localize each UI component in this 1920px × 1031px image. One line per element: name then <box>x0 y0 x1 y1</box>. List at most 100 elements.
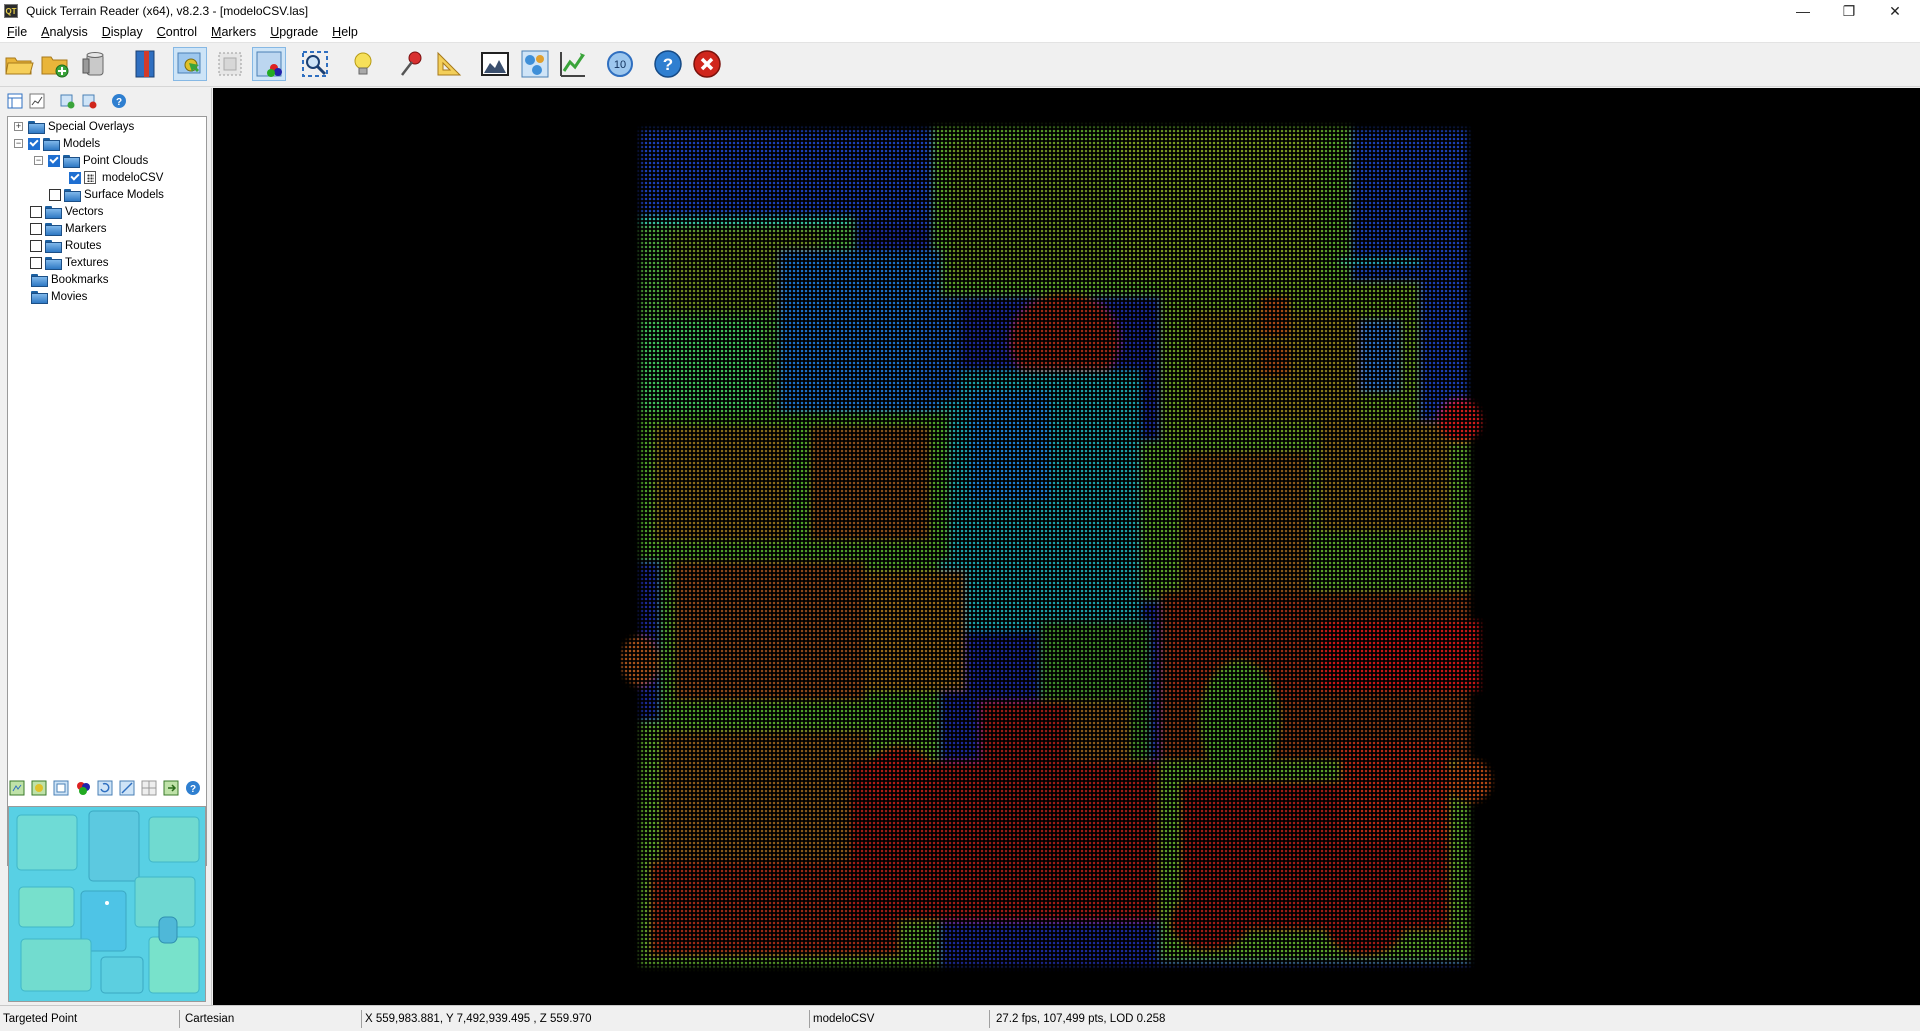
title-bar[interactable]: QT Quick Terrain Reader (x64), v8.2.3 - … <box>0 0 1920 22</box>
minimize-button[interactable]: — <box>1780 0 1826 22</box>
tree-item-label: Vectors <box>65 205 104 218</box>
tree-item-label: Routes <box>65 239 102 252</box>
exit-button[interactable] <box>690 47 724 81</box>
menu-display[interactable]: Display <box>95 25 150 39</box>
point-cloud-render[interactable] <box>620 121 1520 976</box>
textures-checkbox[interactable] <box>30 256 42 269</box>
measure-icon <box>119 780 135 796</box>
tree-item-point-clouds[interactable]: − Point Clouds <box>34 152 148 169</box>
close-window-button[interactable]: ✕ <box>1872 0 1918 22</box>
tree-view-button[interactable] <box>6 92 24 110</box>
collapse-toggle[interactable]: − <box>14 139 23 148</box>
tree-item-surface-models[interactable]: Surface Models <box>49 186 164 203</box>
overview-export-button[interactable] <box>162 779 180 797</box>
menu-upgrade-label: pgrade <box>279 25 319 39</box>
menu-display-accel: D <box>101 25 111 39</box>
status-model: modeloCSV <box>810 1010 990 1028</box>
open-folder-icon <box>5 57 34 75</box>
tree-item-label: modeloCSV <box>102 171 164 184</box>
restore-button[interactable]: ❐ <box>1826 0 1872 22</box>
measure-button[interactable] <box>432 47 466 81</box>
zoom-extents-button[interactable] <box>298 47 332 81</box>
overview-map[interactable] <box>8 806 206 1002</box>
help-text: ? <box>663 55 673 74</box>
menu-help-accel: H <box>332 25 342 39</box>
level-text: 10 <box>614 59 626 71</box>
3d-viewport[interactable] <box>213 88 1920 1005</box>
level-button[interactable]: 10 <box>603 47 637 81</box>
routes-checkbox[interactable] <box>30 239 42 252</box>
tree-item-markers[interactable]: Markers <box>30 220 107 237</box>
grid-icon <box>141 780 157 796</box>
spheres-button[interactable] <box>518 47 552 81</box>
folder-icon <box>64 189 81 202</box>
app-logo-icon: QT <box>4 4 18 18</box>
menu-bar: File Analysis Display Control Markers Up… <box>0 22 1920 43</box>
tree-item-modelocsv[interactable]: modeloCSV <box>69 169 163 186</box>
overview-help-button[interactable]: ? <box>184 779 202 797</box>
menu-file-accel: F <box>7 25 15 39</box>
menu-upgrade[interactable]: Upgrade <box>263 25 325 39</box>
surface-models-checkbox[interactable] <box>49 188 61 201</box>
tree-item-movies[interactable]: Movies <box>31 288 87 305</box>
folder-icon <box>43 138 60 151</box>
point-cloud-icon <box>84 171 96 184</box>
navigate-mode-button[interactable] <box>173 47 207 81</box>
remove-layer-button[interactable] <box>80 92 98 110</box>
database-button[interactable] <box>78 47 112 81</box>
menu-analysis[interactable]: Analysis <box>34 25 95 39</box>
chart-view-button[interactable] <box>28 92 46 110</box>
profile-button[interactable] <box>478 47 512 81</box>
markers-checkbox[interactable] <box>30 222 42 235</box>
overview-measure-button[interactable] <box>118 779 136 797</box>
export-icon <box>163 780 179 796</box>
select-mode-button[interactable] <box>213 47 247 81</box>
tree-item-special-overlays[interactable]: + Special Overlays <box>14 118 134 135</box>
tree-help-text: ? <box>116 97 122 108</box>
graph-icon <box>560 52 585 77</box>
lighting-button[interactable] <box>346 47 380 81</box>
tree-item-routes[interactable]: Routes <box>30 237 101 254</box>
menu-markers[interactable]: Markers <box>204 25 263 39</box>
tree-item-bookmarks[interactable]: Bookmarks <box>31 271 109 288</box>
layer-tree: + Special Overlays − Models − Point Clou… <box>7 116 207 866</box>
tree-view-icon <box>7 93 23 109</box>
modelocsv-checkbox[interactable] <box>69 171 81 184</box>
point-clouds-checkbox[interactable] <box>48 154 60 167</box>
open-file-button[interactable] <box>2 47 36 81</box>
menu-help[interactable]: Help <box>325 25 365 39</box>
status-mode: Targeted Point <box>0 1010 180 1028</box>
add-model-button[interactable] <box>38 47 72 81</box>
collapse-toggle[interactable]: − <box>34 156 43 165</box>
overview-help-text: ? <box>190 784 196 795</box>
overview-grid-button[interactable] <box>140 779 158 797</box>
menu-control[interactable]: Control <box>150 25 204 39</box>
bookmark-button[interactable] <box>128 47 162 81</box>
overview-color-button[interactable] <box>74 779 92 797</box>
menu-upgrade-accel: U <box>270 25 280 39</box>
add-layer-button[interactable] <box>58 92 76 110</box>
models-checkbox[interactable] <box>28 137 40 150</box>
select-mode-icon <box>218 52 242 76</box>
map-zoom-icon <box>9 780 25 796</box>
menu-file[interactable]: File <box>0 25 34 39</box>
measure-icon <box>437 51 462 76</box>
tree-item-textures[interactable]: Textures <box>30 254 108 271</box>
overview-refresh-button[interactable] <box>96 779 114 797</box>
database-icon <box>82 52 104 76</box>
expand-toggle[interactable]: + <box>14 122 23 131</box>
color-icon <box>77 782 90 795</box>
vectors-checkbox[interactable] <box>30 205 42 218</box>
tree-help-button[interactable]: ? <box>110 92 128 110</box>
help-icon: ? <box>654 50 682 78</box>
tree-item-vectors[interactable]: Vectors <box>30 203 103 220</box>
status-position: X 559,983.881, Y 7,492,939.495 , Z 559.9… <box>362 1010 810 1028</box>
graph-button[interactable] <box>556 47 590 81</box>
tree-item-models[interactable]: − Models <box>14 135 100 152</box>
help-button[interactable]: ? <box>651 47 685 81</box>
overview-pan-button[interactable] <box>30 779 48 797</box>
overview-layers-button[interactable] <box>52 779 70 797</box>
color-mode-button[interactable] <box>252 47 286 81</box>
overview-zoom-button[interactable] <box>8 779 26 797</box>
place-marker-button[interactable] <box>394 47 428 81</box>
